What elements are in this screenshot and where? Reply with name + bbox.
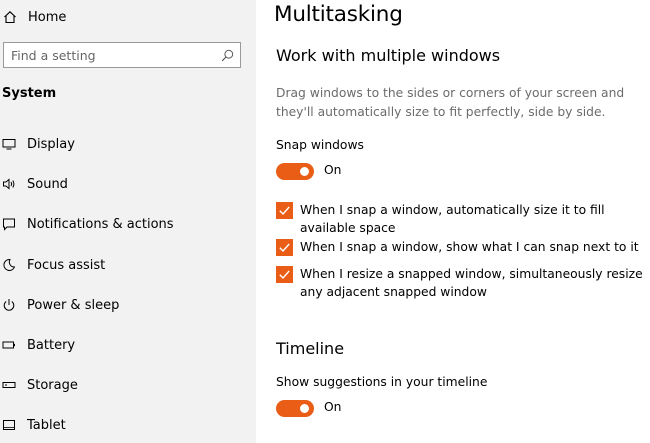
timeline-suggestions-toggle[interactable] xyxy=(276,400,314,417)
sidebar-item-display[interactable]: Display xyxy=(0,131,250,157)
search-box[interactable] xyxy=(3,42,241,68)
checkmark-icon xyxy=(279,206,290,216)
home-icon xyxy=(4,11,16,24)
main-content: Multitasking Work with multiple windows … xyxy=(256,0,650,443)
sidebar-item-sound[interactable]: Sound xyxy=(0,171,250,197)
page-title: Multitasking xyxy=(274,2,403,27)
sidebar-item-tablet[interactable]: Tablet xyxy=(0,412,250,438)
sidebar-item-notifications[interactable]: Notifications & actions xyxy=(0,211,250,237)
sidebar-item-battery[interactable]: Battery xyxy=(0,332,250,358)
search-icon[interactable] xyxy=(221,49,234,62)
power-icon xyxy=(3,299,15,311)
section-title-system: System xyxy=(2,86,57,101)
timeline-suggestions-state: On xyxy=(324,400,342,414)
timeline-suggestions-label: Show suggestions in your timeline xyxy=(276,375,488,389)
home-label: Home xyxy=(28,9,67,25)
checkbox-auto-size[interactable] xyxy=(276,202,293,219)
section-heading-timeline: Timeline xyxy=(276,339,345,358)
checkbox-resize-adjacent[interactable] xyxy=(276,266,293,283)
sidebar-item-label: Sound xyxy=(27,176,68,192)
section-heading-multiple-windows: Work with multiple windows xyxy=(276,46,501,65)
sidebar-item-label: Display xyxy=(27,136,75,152)
sidebar-item-label: Storage xyxy=(27,377,78,393)
checkbox-show-snap[interactable] xyxy=(276,239,293,256)
search-input[interactable] xyxy=(4,47,216,63)
snap-windows-toggle[interactable] xyxy=(276,163,314,180)
checkbox-label: When I snap a window, automatically size… xyxy=(300,203,605,235)
checkmark-icon xyxy=(279,270,290,280)
snap-windows-state: On xyxy=(324,163,342,177)
section-description: Drag windows to the sides or corners of … xyxy=(276,86,625,119)
monitor-icon xyxy=(2,139,16,150)
toggle-knob xyxy=(300,404,309,413)
sidebar-item-storage[interactable]: Storage xyxy=(0,372,250,398)
snap-windows-label: Snap windows xyxy=(276,138,364,152)
storage-icon xyxy=(2,382,16,388)
moon-icon xyxy=(3,258,16,271)
sidebar-item-label: Power & sleep xyxy=(27,297,120,313)
checkbox-label: When I snap a window, show what I can sn… xyxy=(300,240,639,254)
speaker-icon xyxy=(3,178,15,190)
toggle-knob xyxy=(300,167,309,176)
checkmark-icon xyxy=(279,243,290,253)
sidebar-item-label: Battery xyxy=(27,337,76,353)
checkbox-label: When I resize a snapped window, simultan… xyxy=(300,267,643,299)
home-link[interactable]: Home xyxy=(0,6,250,28)
battery-icon xyxy=(2,341,15,349)
sidebar-item-power-sleep[interactable]: Power & sleep xyxy=(0,292,250,318)
sidebar: Home System Display Sound Notifications … xyxy=(0,0,256,443)
tablet-icon xyxy=(3,420,15,430)
sidebar-item-label: Focus assist xyxy=(27,257,106,273)
sidebar-item-label: Tablet xyxy=(27,417,66,433)
sidebar-item-label: Notifications & actions xyxy=(27,216,174,232)
sidebar-item-focus-assist[interactable]: Focus assist xyxy=(0,252,250,278)
notification-icon xyxy=(3,218,15,231)
